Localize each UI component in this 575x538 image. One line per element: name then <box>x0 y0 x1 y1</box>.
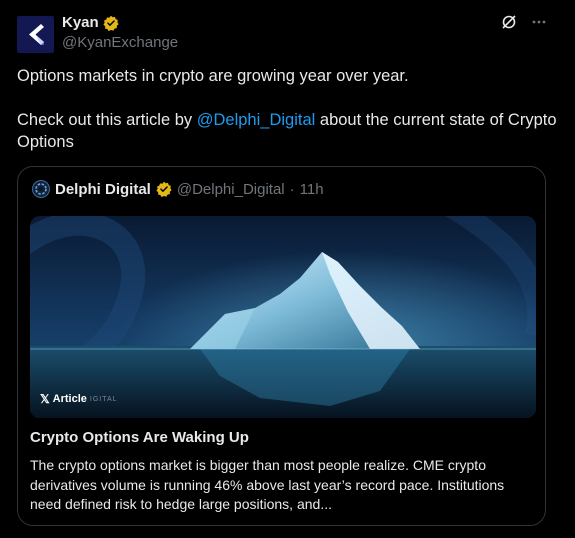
post-line-1: Options markets in crypto are growing ye… <box>17 67 409 85</box>
author-handle[interactable]: @KyanExchange <box>62 34 178 51</box>
quoted-author-handle[interactable]: @Delphi_Digital <box>177 181 285 198</box>
quoted-author-name[interactable]: Delphi Digital <box>55 181 151 198</box>
iceberg-illustration <box>30 216 536 418</box>
author-avatar[interactable] <box>17 16 54 53</box>
verified-gold-badge-icon <box>156 181 172 197</box>
kyan-logo-icon <box>29 24 44 45</box>
article-badge-label: Article <box>52 393 87 405</box>
verified-gold-badge-icon <box>103 15 119 31</box>
grok-icon[interactable] <box>501 14 517 30</box>
author-name-row: Kyan <box>62 14 119 31</box>
mention-link[interactable]: @Delphi_Digital <box>197 111 316 129</box>
quoted-author-avatar[interactable] <box>32 180 50 198</box>
article-cover-image[interactable]: 𝕏 Article IGITAL <box>30 216 536 418</box>
post-line-2: Check out this article by @Delphi_Digita… <box>17 109 557 153</box>
x-logo-icon: 𝕏 <box>40 392 50 406</box>
more-options-icon[interactable] <box>531 14 547 30</box>
post-actions-top <box>501 14 547 30</box>
article-snippet: The crypto options market is bigger than… <box>30 457 505 512</box>
article-badge: 𝕏 Article IGITAL <box>40 392 118 406</box>
post-line-2-before: Check out this article by <box>17 111 197 129</box>
quoted-post-time[interactable]: 11h <box>300 181 324 198</box>
article-badge-ghost-text: IGITAL <box>89 395 118 403</box>
article-title[interactable]: Crypto Options Are Waking Up <box>30 429 249 446</box>
author-name[interactable]: Kyan <box>62 14 99 31</box>
quoted-post-header: Delphi Digital @Delphi_Digital · 11h <box>32 180 324 198</box>
post-text: Options markets in crypto are growing ye… <box>17 65 557 153</box>
quoted-post-card[interactable]: Delphi Digital @Delphi_Digital · 11h 𝕏 A… <box>17 166 546 526</box>
meta-separator: · <box>289 180 295 198</box>
